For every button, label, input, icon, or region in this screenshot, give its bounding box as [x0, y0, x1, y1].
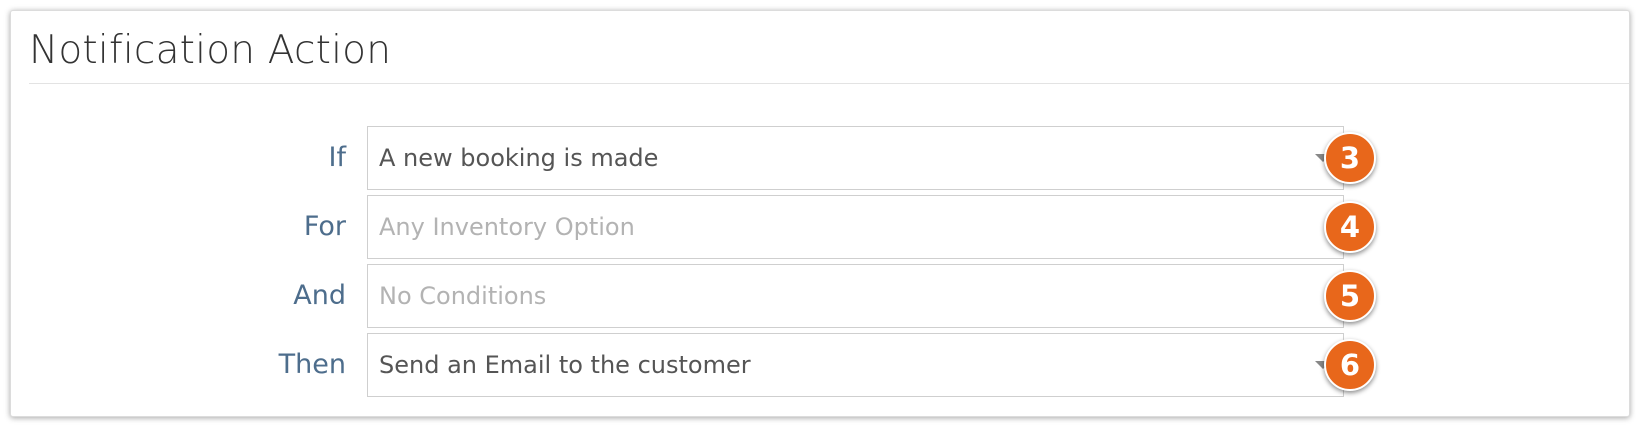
- trigger-select-value: A new booking is made: [379, 144, 659, 172]
- inventory-option-placeholder: Any Inventory Option: [379, 213, 635, 241]
- step-badge: 5: [1324, 270, 1376, 322]
- form-row-then: Then Send an Email to the customer 6: [11, 333, 1631, 397]
- form-row-if: If A new booking is made 3: [11, 126, 1631, 190]
- form-row-and: And No Conditions 5: [11, 264, 1631, 328]
- action-select[interactable]: Send an Email to the customer: [367, 333, 1344, 397]
- form-row-for: For Any Inventory Option 4: [11, 195, 1631, 259]
- inventory-option-select[interactable]: Any Inventory Option: [367, 195, 1344, 259]
- action-select-value: Send an Email to the customer: [379, 351, 751, 379]
- trigger-select[interactable]: A new booking is made: [367, 126, 1344, 190]
- notification-action-panel: Notification Action If A new booking is …: [10, 10, 1630, 417]
- conditions-placeholder: No Conditions: [379, 282, 547, 310]
- step-badge: 6: [1324, 339, 1376, 391]
- step-badge: 3: [1324, 132, 1376, 184]
- for-label: For: [303, 211, 346, 242]
- and-label: And: [293, 280, 346, 311]
- then-label: Then: [278, 349, 346, 380]
- conditions-select[interactable]: No Conditions: [367, 264, 1344, 328]
- panel-title: Notification Action: [29, 28, 392, 73]
- title-divider: [29, 83, 1629, 84]
- step-badge: 4: [1324, 201, 1376, 253]
- if-label: If: [328, 142, 346, 173]
